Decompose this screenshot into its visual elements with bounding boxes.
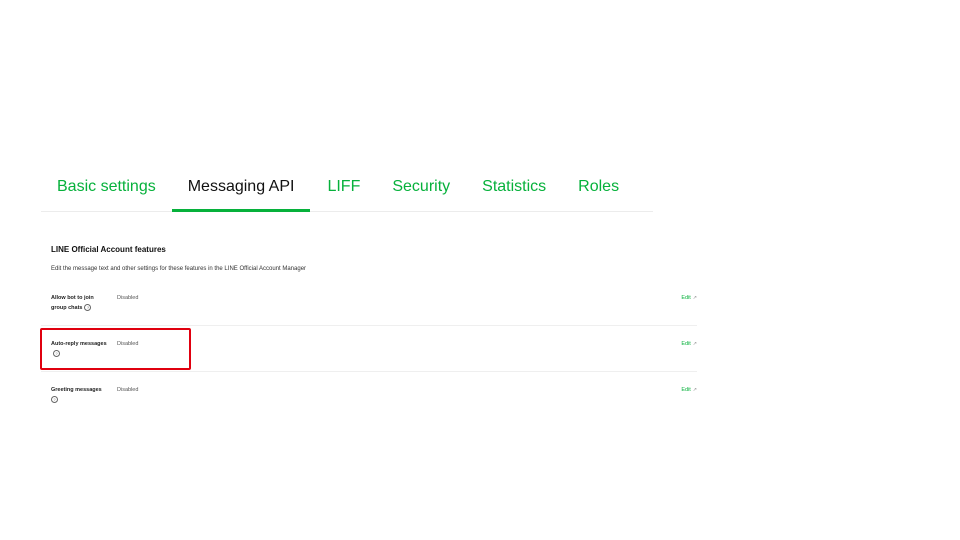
external-link-icon: ↗ — [692, 387, 697, 393]
question-circle-icon[interactable]: ? — [51, 396, 58, 404]
setting-label-text: Greeting messages — [51, 387, 102, 393]
setting-value: Disabled — [117, 387, 139, 393]
tab-messaging-api[interactable]: Messaging API — [171, 170, 311, 212]
tab-liff[interactable]: LIFF — [327, 170, 360, 211]
edit-link-label[interactable]: Edit — [681, 341, 690, 347]
setting-row-greeting-messages: Greeting messages? Disabled Edit ↗ — [41, 385, 697, 415]
row-divider — [41, 371, 697, 372]
edit-link-label[interactable]: Edit — [681, 387, 690, 393]
tab-basic-settings[interactable]: Basic settings — [57, 170, 156, 211]
tab-roles[interactable]: Roles — [578, 170, 619, 211]
highlight-annotation-box — [40, 328, 191, 370]
setting-row-allow-bot-join-groups: Allow bot to join group chats? Disabled … — [41, 293, 697, 323]
external-link-icon: ↗ — [692, 341, 697, 347]
external-link-icon: ↗ — [692, 295, 697, 301]
edit-link[interactable]: Edit ↗ — [681, 385, 697, 395]
edit-link[interactable]: Edit ↗ — [681, 293, 697, 303]
section-description: Edit the message text and other settings… — [51, 266, 307, 272]
row-divider — [41, 325, 697, 326]
question-circle-icon[interactable]: ? — [84, 304, 92, 312]
setting-label: Allow bot to join group chats? — [51, 293, 107, 313]
channel-settings-page: Basic settings Messaging API LIFF Securi… — [0, 0, 960, 540]
tab-statistics[interactable]: Statistics — [482, 170, 546, 211]
channel-tabs: Basic settings Messaging API LIFF Securi… — [41, 170, 653, 212]
tab-security[interactable]: Security — [392, 170, 450, 211]
edit-link[interactable]: Edit ↗ — [681, 339, 697, 349]
edit-link-label[interactable]: Edit — [681, 295, 690, 301]
setting-label: Greeting messages? — [51, 385, 107, 405]
setting-value: Disabled — [117, 295, 139, 301]
section-title: LINE Official Account features — [51, 245, 166, 254]
